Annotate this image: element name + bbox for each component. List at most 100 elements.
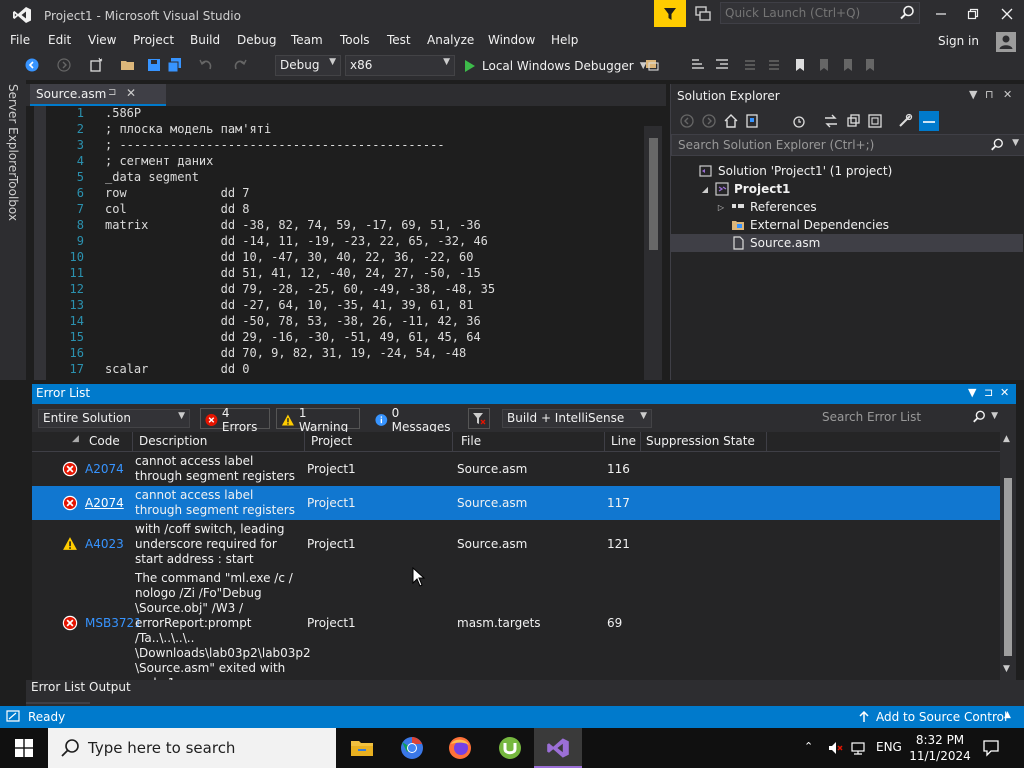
tree-item[interactable]: ▷ References (671, 198, 1023, 216)
next-bookmark-icon[interactable] (840, 57, 856, 73)
column-divider[interactable] (604, 432, 605, 452)
taskbar-visual-studio[interactable] (534, 728, 582, 768)
menu-project[interactable]: Project (133, 33, 174, 47)
menu-file[interactable]: File (10, 33, 30, 47)
column-line[interactable]: Line (611, 434, 636, 448)
chevron-down-icon[interactable]: ▼ (991, 411, 998, 421)
column-suppression-state[interactable]: Suppression State (646, 434, 755, 448)
editor-vertical-scrollbar[interactable] (644, 126, 662, 380)
navigate-back-icon[interactable] (24, 57, 40, 73)
expander-icon[interactable]: ◢ (699, 185, 711, 194)
code-text[interactable]: scalar dd 0 (105, 362, 250, 376)
back-icon[interactable] (679, 113, 695, 129)
undo-icon[interactable] (198, 57, 214, 73)
solution-configuration-select[interactable]: Debug ▼ (275, 55, 341, 76)
comment-icon[interactable] (742, 57, 758, 73)
sync-with-active-document-icon[interactable] (823, 113, 839, 129)
column-file[interactable]: File (461, 434, 481, 448)
code-text[interactable]: ; плоска модель пам'яті (105, 122, 271, 136)
feedback-icon[interactable] (694, 5, 712, 23)
add-to-source-control-button[interactable]: Add to Source Control (876, 710, 1007, 724)
scroll-up-icon[interactable]: ▲ (1003, 434, 1010, 444)
quick-launch[interactable] (720, 2, 920, 24)
clear-bookmarks-icon[interactable] (862, 57, 878, 73)
solution-platform-select[interactable]: x86 ▼ (345, 55, 455, 76)
close-tab-icon[interactable]: ✕ (126, 86, 136, 100)
solution-explorer-search[interactable]: Search Solution Explorer (Ctrl+;) ▼ (671, 134, 1024, 156)
code-text[interactable]: dd 10, -47, 30, 40, 22, 36, -22, 60 (105, 250, 474, 264)
tree-item[interactable]: Source.asm (671, 234, 1023, 252)
expander-icon[interactable]: ▷ (715, 203, 727, 212)
code-text[interactable]: matrix dd -38, 82, 74, 59, -17, 69, 51, … (105, 218, 481, 232)
build-intellisense-select[interactable]: Build + IntelliSense ▼ (502, 409, 652, 428)
close-button[interactable] (992, 4, 1022, 24)
action-center-icon[interactable] (982, 739, 1000, 757)
taskbar-utorrent[interactable] (486, 728, 534, 768)
code-text[interactable]: col dd 8 (105, 202, 250, 216)
error-code-link[interactable]: A2074 (85, 496, 124, 510)
column-code[interactable]: Code (89, 434, 120, 448)
menu-build[interactable]: Build (190, 33, 220, 47)
menu-team[interactable]: Team (291, 33, 323, 47)
errors-filter-button[interactable]: 4 Errors (200, 406, 270, 434)
window-position-icon[interactable]: ▼ (969, 88, 977, 101)
error-list-vertical-scrollbar[interactable]: ▲ ▼ (1000, 432, 1016, 680)
code-text[interactable]: _data segment (105, 170, 199, 184)
code-text[interactable]: ; сегмент даних (105, 154, 213, 168)
error-row[interactable]: A2074 cannot access label through segment… (32, 486, 1000, 520)
column-divider[interactable] (452, 432, 453, 452)
minimize-button[interactable] (926, 4, 956, 24)
auto-hide-pin-icon[interactable]: ⊐ (984, 386, 993, 399)
toolbox-tab[interactable]: Toolbox (6, 176, 20, 221)
save-all-icon[interactable] (167, 57, 183, 73)
search-icon[interactable] (990, 138, 1004, 152)
uncomment-icon[interactable] (766, 57, 782, 73)
scroll-down-icon[interactable]: ▼ (1003, 664, 1010, 674)
save-icon[interactable] (146, 57, 162, 73)
code-text[interactable]: dd 70, 9, 82, 31, 19, -24, 54, -48 (105, 346, 467, 360)
scope-select[interactable]: Entire Solution ▼ (38, 409, 190, 428)
home-icon[interactable] (723, 113, 739, 129)
code-editor[interactable]: 1 .586P 2 ; плоска модель пам'яті 3 ; -------… (26, 106, 666, 380)
volume-muted-icon[interactable] (828, 740, 844, 756)
network-icon[interactable] (850, 740, 866, 756)
new-project-icon[interactable] (88, 57, 104, 73)
warnings-filter-button[interactable]: 1 Warning (276, 406, 360, 434)
forward-icon[interactable] (701, 113, 717, 129)
code-text[interactable]: dd -14, 11, -19, -23, 22, 65, -32, 46 (105, 234, 488, 248)
error-row[interactable]: A2074 cannot access label through segment… (32, 452, 1000, 486)
column-divider[interactable] (766, 432, 767, 452)
error-code-link[interactable]: A4023 (85, 537, 124, 551)
taskbar-chrome[interactable] (388, 728, 436, 768)
code-text[interactable]: .586P (105, 106, 141, 120)
tab-source-asm[interactable]: Source.asm ⊐ ✕ (30, 84, 166, 106)
column-divider[interactable] (640, 432, 641, 452)
auto-hide-pin-icon[interactable]: ⊓ (985, 88, 994, 101)
properties-wrench-icon[interactable] (897, 113, 913, 129)
close-panel-icon[interactable]: ✕ (1003, 88, 1012, 101)
column-description[interactable]: Description (139, 434, 207, 448)
account-icon[interactable] (996, 32, 1016, 52)
notification-filter-button[interactable] (654, 0, 686, 27)
tree-item[interactable]: External Dependencies (671, 216, 1023, 234)
open-folder-icon[interactable] (120, 57, 136, 73)
error-code-link[interactable]: A2074 (85, 462, 124, 476)
menu-edit[interactable]: Edit (48, 33, 71, 47)
menu-debug[interactable]: Debug (237, 33, 276, 47)
code-text[interactable]: dd -50, 78, 53, -38, 26, -11, 42, 36 (105, 314, 481, 328)
toggle-breakpoint-icon[interactable] (690, 57, 706, 73)
menu-tools[interactable]: Tools (340, 33, 370, 47)
menu-window[interactable]: Window (488, 33, 535, 47)
switch-views-icon[interactable] (745, 113, 761, 129)
server-explorer-tab[interactable]: Server Explorer (6, 84, 20, 177)
pin-icon[interactable]: ⊐ (108, 87, 116, 98)
preview-selected-items-button[interactable] (919, 111, 939, 131)
tab-error-list[interactable]: Error List (26, 680, 91, 704)
error-list-search[interactable]: Search Error List ▼ (818, 409, 998, 428)
show-hidden-icons-icon[interactable]: ⌃ (804, 740, 813, 753)
error-row[interactable]: A4023 with /coff switch, leading undersco… (32, 520, 1000, 568)
column-divider[interactable] (132, 432, 133, 452)
input-language[interactable]: ENG (876, 740, 902, 754)
start-debugging-button[interactable]: Local Windows Debugger ▼ (464, 56, 647, 76)
collapse-all-icon[interactable] (867, 113, 883, 129)
